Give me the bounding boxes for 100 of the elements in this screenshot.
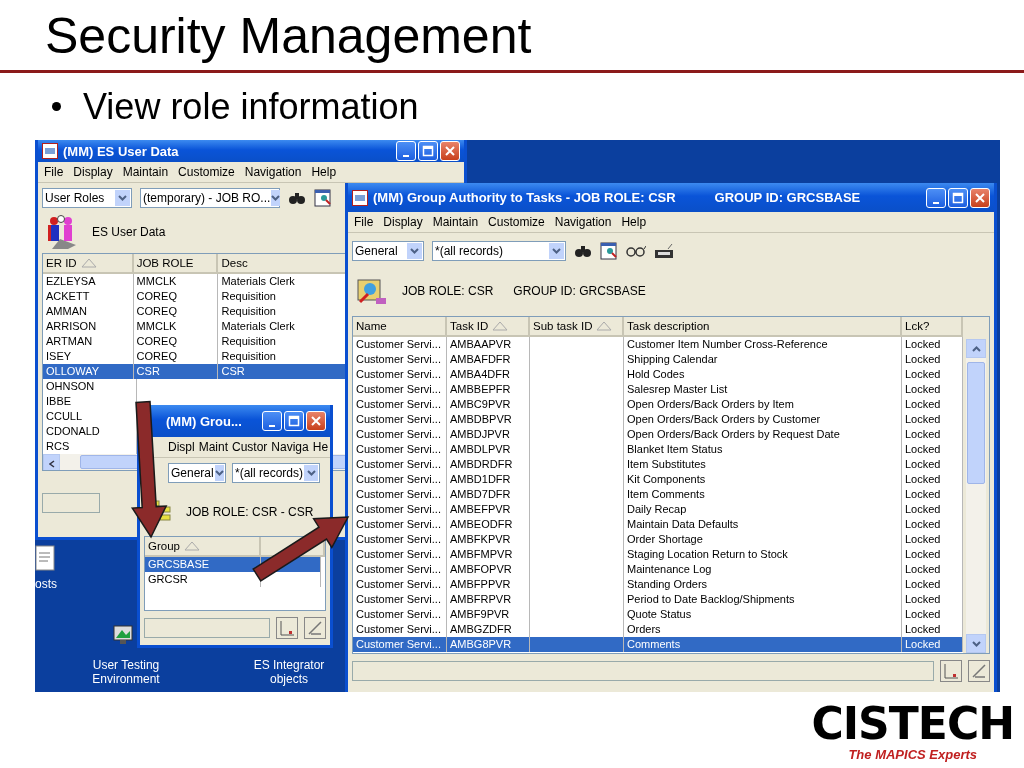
table-cell: Customer Servi... — [353, 502, 447, 517]
table-cell: Blanket Item Status — [624, 442, 902, 457]
menu-item[interactable]: Customize — [488, 215, 545, 229]
table-cell: AMBA4DFR — [447, 367, 530, 382]
menu-item[interactable]: Customize — [178, 165, 235, 179]
header-label: JOB ROLE: CSR - CSR — [186, 505, 314, 519]
table-cell: Hold Codes — [624, 367, 902, 382]
table-cell: Standing Orders — [624, 577, 902, 592]
table-cell: Customer Servi... — [353, 592, 447, 607]
header-label: GROUP ID: GRCSBASE — [513, 284, 646, 298]
table-cell: Open Orders/Back Orders by Item — [624, 397, 902, 412]
desktop-icon-label[interactable]: osts — [35, 577, 57, 591]
table-cell: AMBFMPVR — [447, 547, 530, 562]
table-cell: COREQ — [133, 334, 219, 349]
table-cell: Customer Item Number Cross-Reference — [624, 337, 902, 352]
table-cell: ACKETT — [43, 289, 134, 304]
column-header[interactable]: JOB ROLE — [133, 254, 219, 274]
dropdown[interactable]: General — [168, 463, 226, 483]
table-cell: Customer Servi... — [353, 517, 447, 532]
window-title: (MM) Group Authority to Tasks - JOB ROLE: CSR — [373, 190, 676, 205]
table-cell: Shipping Calendar — [624, 352, 902, 367]
desktop-icon-label[interactable]: User Testing Environment — [90, 658, 162, 686]
table-cell: Open Orders/Back Orders by Request Date — [624, 427, 902, 442]
table-cell: Customer Servi... — [353, 367, 447, 382]
logo-tagline: The MAPICS Experts — [848, 747, 977, 762]
menu-item[interactable]: He — [312, 440, 329, 454]
table-cell: Period to Date Backlog/Shipments — [624, 592, 902, 607]
table-cell: Staging Location Return to Stock — [624, 547, 902, 562]
menu-item[interactable]: Naviga — [271, 440, 309, 454]
table-cell: Customer Servi... — [353, 577, 447, 592]
table-cell: Maintenance Log — [624, 562, 902, 577]
table-cell: AMBDBPVR — [447, 412, 530, 427]
dropdown[interactable]: (temporary) - JOB RO... — [140, 188, 280, 208]
menu-item[interactable]: Custor — [232, 440, 268, 454]
table-cell: Item Comments — [624, 487, 902, 502]
column-header[interactable]: Sub task ID — [530, 317, 624, 337]
table-cell: AMBFKPVR — [447, 532, 530, 547]
table-cell: Locked — [902, 637, 963, 652]
window-title: GROUP ID: GRCSBASE — [714, 190, 861, 205]
column-header[interactable]: Task ID — [447, 317, 530, 337]
table-cell: AMBDJPVR — [447, 427, 530, 442]
table-cell: OLLOWAY — [43, 364, 134, 379]
column-header[interactable]: Group — [145, 537, 261, 557]
column-header[interactable]: Lck? — [902, 317, 963, 337]
table-cell: Customer Servi... — [353, 532, 447, 547]
dropdown[interactable]: General — [352, 241, 424, 261]
table-cell: Daily Recap — [624, 502, 902, 517]
header-label: ES User Data — [92, 225, 166, 239]
table-cell: Customer Servi... — [353, 337, 447, 352]
menu-item[interactable]: Help — [311, 165, 337, 179]
table-cell: COREQ — [133, 304, 219, 319]
table-cell: AMMAN — [43, 304, 134, 319]
table-cell: AMBF9PVR — [447, 607, 530, 622]
table-cell: Item Substitutes — [624, 457, 902, 472]
table-cell: Customer Servi... — [353, 637, 447, 652]
table-cell: Customer Servi... — [353, 427, 447, 442]
menu-item[interactable]: Navigation — [554, 215, 612, 229]
menu-item[interactable]: Maintain — [432, 215, 479, 229]
bullet-text: View role information — [83, 85, 419, 128]
menu-item[interactable]: File — [44, 165, 64, 179]
table-cell: AMBAAPVR — [447, 337, 530, 352]
table-cell: Open Orders/Back Orders by Customer — [624, 412, 902, 427]
table-cell: AMBFRPVR — [447, 592, 530, 607]
menu-item[interactable]: Display — [383, 215, 423, 229]
slide-title: Security Management — [44, 7, 533, 66]
table-cell: EZLEYSA — [43, 274, 134, 289]
table-cell: OHNSON — [43, 379, 137, 394]
table-cell: Customer Servi... — [353, 397, 447, 412]
column-header[interactable]: ER ID — [43, 254, 134, 274]
table-cell: Customer Servi... — [353, 547, 447, 562]
table-cell: Customer Servi... — [353, 382, 447, 397]
desktop-icon-label[interactable]: ES Integrator objects — [247, 658, 331, 686]
table-cell: Customer Servi... — [353, 562, 447, 577]
table-cell: MMCLK — [133, 274, 219, 289]
menu-item[interactable]: Maint — [198, 440, 228, 454]
menu-item[interactable]: Display — [73, 165, 113, 179]
menu-item[interactable]: Maintain — [122, 165, 169, 179]
table-cell: Customer Servi... — [353, 352, 447, 367]
table-cell: AMBDLPVR — [447, 442, 530, 457]
menu-item[interactable]: Navigation — [244, 165, 302, 179]
table-cell: AMBFOPVR — [447, 562, 530, 577]
menu-item[interactable]: Displ — [168, 440, 195, 454]
menu-item[interactable]: File — [354, 215, 374, 229]
table-cell: Customer Servi... — [353, 442, 447, 457]
table-cell: Customer Servi... — [353, 412, 447, 427]
table-cell: AMBG8PVR — [447, 637, 530, 652]
table-cell: AMBEFPVR — [447, 502, 530, 517]
table-cell: AMBC9PVR — [447, 397, 530, 412]
table-cell: GRCSBASE — [145, 557, 261, 572]
table-cell: Customer Servi... — [353, 472, 447, 487]
dropdown[interactable]: *(all records) — [232, 463, 320, 483]
table-cell: Customer Servi... — [353, 607, 447, 622]
table-cell: AMBDRDFR — [447, 457, 530, 472]
dropdown[interactable]: *(all records) — [432, 241, 566, 261]
dropdown[interactable]: User Roles — [42, 188, 132, 208]
menu-item[interactable]: Help — [621, 215, 647, 229]
column-header[interactable]: Task description — [624, 317, 902, 337]
column-header[interactable]: Name — [353, 317, 447, 337]
table-cell: Comments — [624, 637, 902, 652]
table-cell: Salesrep Master List — [624, 382, 902, 397]
